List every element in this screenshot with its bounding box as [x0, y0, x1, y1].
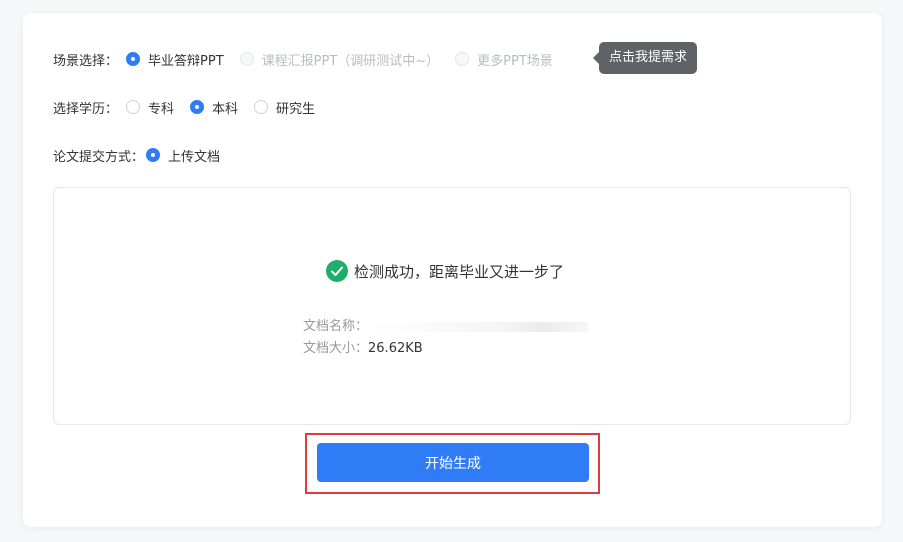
education-option-label: 专科 [148, 101, 175, 117]
file-name-row: 文档名称： [303, 316, 589, 338]
scene-option-course-ppt: 课程汇报PPT（调研测试中~） [239, 50, 440, 69]
file-size-label: 文档大小： [303, 341, 369, 356]
file-name-label: 文档名称： [303, 319, 369, 334]
radio-disabled-icon [455, 52, 470, 66]
main-card: 场景选择： 毕业答辩PPT 课程汇报PPT（调研测试中~） 更多PPT场景 点击… [23, 13, 882, 527]
success-message: 检测成功，距离毕业又进一步了 [326, 260, 564, 282]
submit-option-upload-doc[interactable]: 上传文档 [146, 146, 220, 165]
file-size-row: 文档大小： 26.62KB [303, 338, 588, 360]
radio-unchecked-icon[interactable] [126, 100, 141, 114]
education-option-graduate[interactable]: 研究生 [254, 98, 315, 117]
education-option-label: 本科 [212, 101, 239, 117]
radio-checked-icon[interactable] [126, 52, 141, 66]
start-generate-button[interactable]: 开始生成 [317, 443, 589, 482]
submit-method-label: 论文提交方式： [53, 149, 145, 165]
check-circle-icon [326, 260, 348, 282]
scene-option-more-ppt: 更多PPT场景 [455, 50, 553, 69]
radio-disabled-icon [239, 52, 254, 66]
upload-result-box[interactable]: 检测成功，距离毕业又进一步了 文档名称： 文档大小： 26.62KB [53, 187, 851, 425]
submit-option-label: 上传文档 [168, 149, 221, 165]
scene-label: 场景选择： [53, 53, 119, 69]
submit-method-row: 论文提交方式： 上传文档 [53, 145, 236, 165]
education-option-label: 研究生 [276, 101, 316, 117]
file-name-redacted [368, 322, 589, 332]
scene-option-label: 毕业答辩PPT [148, 53, 224, 69]
scene-option-graduation-ppt[interactable]: 毕业答辩PPT [126, 50, 224, 69]
file-info: 文档名称： 文档大小： 26.62KB [303, 316, 589, 360]
radio-unchecked-icon[interactable] [254, 100, 269, 114]
education-label: 选择学历： [53, 101, 119, 117]
education-option-bachelor[interactable]: 本科 [190, 98, 238, 117]
education-option-junior-college[interactable]: 专科 [126, 98, 174, 117]
education-row: 选择学历： 专科 本科 研究生 [53, 97, 331, 117]
scene-row: 场景选择： 毕业答辩PPT 课程汇报PPT（调研测试中~） 更多PPT场景 [53, 49, 569, 69]
success-text: 检测成功，距离毕业又进一步了 [354, 262, 565, 281]
radio-checked-icon[interactable] [190, 100, 205, 114]
file-size-value: 26.62KB [368, 341, 423, 356]
scene-option-label: 课程汇报PPT（调研测试中~） [261, 53, 440, 69]
scene-option-label: 更多PPT场景 [477, 53, 553, 69]
request-tooltip[interactable]: 点击我提需求 [592, 42, 698, 74]
radio-checked-icon[interactable] [146, 148, 161, 162]
